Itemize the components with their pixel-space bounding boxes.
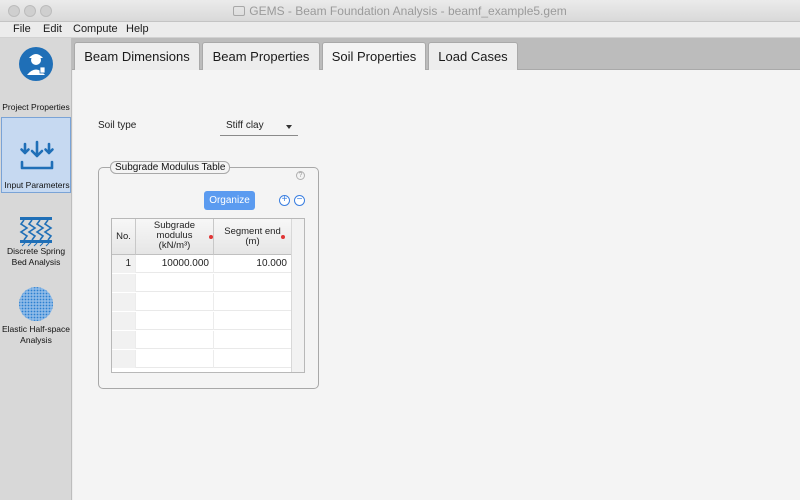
menu-bar: File Edit Compute Help — [0, 22, 800, 38]
sidebar-item-label: Discrete Spring Bed Analysis — [6, 246, 66, 267]
table-scrollbar[interactable] — [291, 219, 304, 372]
empty-cell[interactable] — [136, 350, 214, 368]
column-header-segment-end[interactable]: Segment end (m) — [214, 219, 292, 255]
sidebar-item-discrete-spring-bed-analysis[interactable]: Discrete Spring Bed Analysis — [1, 209, 71, 285]
empty-cell[interactable] — [136, 293, 214, 311]
sidebar-item-label: Input Parameters — [4, 180, 70, 190]
table-row[interactable] — [112, 274, 304, 292]
required-marker-icon — [281, 235, 285, 239]
sidebar-item-project-properties[interactable]: Project Properties — [1, 40, 71, 116]
column-header-label: No. — [116, 231, 131, 242]
row-number-cell — [112, 350, 136, 368]
sidebar: Project Properties Input Parameters Disc… — [0, 38, 72, 500]
subgrade-modulus-table: No. Subgrade modulus (kN/m³) Segment end… — [111, 218, 305, 373]
menu-file[interactable]: File — [13, 23, 31, 35]
table-row[interactable]: 1 10000.000 10.000 — [112, 255, 304, 273]
document-icon — [233, 6, 246, 16]
remove-row-button[interactable]: − — [294, 195, 305, 206]
menu-compute[interactable]: Compute — [73, 23, 118, 35]
subgrade-modulus-cell[interactable]: 10000.000 — [136, 255, 214, 273]
empty-cell[interactable] — [136, 274, 214, 292]
empty-cell[interactable] — [214, 274, 292, 292]
tab-load-cases[interactable]: Load Cases — [428, 42, 518, 70]
table-row[interactable] — [112, 331, 304, 349]
soil-type-label: Soil type — [98, 120, 137, 131]
row-number-cell — [112, 312, 136, 330]
engineer-icon — [19, 47, 53, 81]
chevron-down-icon — [286, 125, 292, 129]
soil-type-dropdown[interactable]: Stiff clay — [220, 116, 298, 136]
tab-strip: Beam Dimensions Beam Properties Soil Pro… — [72, 38, 800, 71]
tab-soil-properties[interactable]: Soil Properties — [322, 42, 426, 71]
input-arrows-icon — [20, 140, 54, 170]
column-header-subgrade-modulus[interactable]: Subgrade modulus (kN/m³) — [136, 219, 214, 255]
sidebar-item-label: Project Properties — [2, 102, 70, 112]
tab-beam-properties[interactable]: Beam Properties — [202, 42, 320, 70]
window-titlebar: GEMS - Beam Foundation Analysis - beamf_… — [0, 0, 800, 22]
add-row-button[interactable]: + — [279, 195, 290, 206]
empty-cell[interactable] — [214, 293, 292, 311]
required-marker-icon — [209, 235, 213, 239]
table-row[interactable] — [112, 350, 304, 368]
row-number-cell — [112, 293, 136, 311]
empty-cell[interactable] — [214, 312, 292, 330]
column-header-no[interactable]: No. — [112, 219, 136, 255]
organize-button[interactable]: Organize — [204, 191, 255, 210]
segment-end-cell[interactable]: 10.000 — [214, 255, 292, 273]
window-title-text: GEMS - Beam Foundation Analysis - beamf_… — [249, 4, 567, 18]
half-space-icon — [19, 287, 53, 321]
sidebar-item-elastic-half-space-analysis[interactable]: Elastic Half-space Analysis — [1, 286, 71, 362]
group-title: Subgrade Modulus Table — [110, 161, 231, 174]
row-number-cell — [112, 331, 136, 349]
empty-cell[interactable] — [136, 312, 214, 330]
help-icon[interactable]: ? — [296, 171, 305, 180]
column-header-label: Segment end (m) — [224, 226, 281, 247]
row-number-cell: 1 — [112, 255, 136, 273]
table-row[interactable] — [112, 312, 304, 330]
row-number-cell — [112, 274, 136, 292]
soil-type-value: Stiff clay — [226, 120, 264, 131]
menu-edit[interactable]: Edit — [43, 23, 62, 35]
empty-cell[interactable] — [136, 331, 214, 349]
menu-help[interactable]: Help — [126, 23, 149, 35]
sidebar-item-label: Elastic Half-space Analysis — [1, 324, 71, 345]
tab-beam-dimensions[interactable]: Beam Dimensions — [74, 42, 200, 70]
sidebar-item-input-parameters[interactable]: Input Parameters — [1, 117, 71, 193]
column-header-label: Subgrade modulus (kN/m³) — [153, 220, 196, 251]
window-title: GEMS - Beam Foundation Analysis - beamf_… — [0, 4, 800, 18]
table-row[interactable] — [112, 293, 304, 311]
spring-bed-icon — [19, 217, 53, 247]
empty-cell[interactable] — [214, 350, 292, 368]
empty-cell[interactable] — [214, 331, 292, 349]
